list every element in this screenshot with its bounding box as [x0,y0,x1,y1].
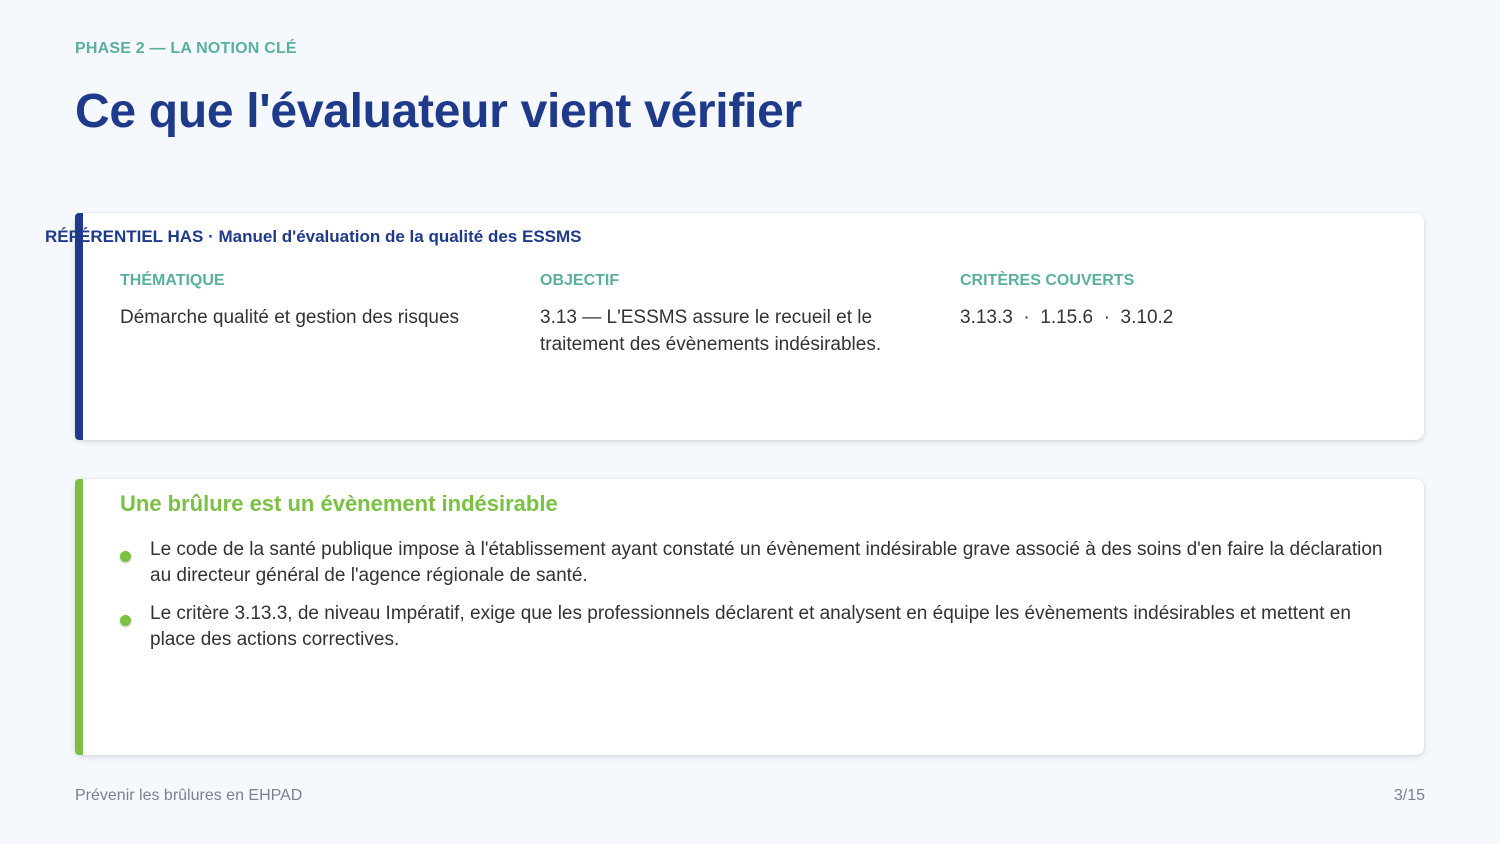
objectif-label: OBJECTIF [540,272,620,289]
eyebrow: PHASE 2 — LA NOTION CLÉ [75,40,297,57]
bullet-item: Le code de la santé publique impose à l'… [150,539,1383,586]
criteres-label: CRITÈRES COUVERTS [960,272,1135,289]
referentiel-heading: RÉFÉRENTIEL HAS · Manuel d'évaluation de… [45,227,582,246]
page-indicator: 3/15 [1393,787,1425,804]
page-title: Ce que l'évaluateur vient vérifier [75,85,802,138]
event-title: Une brûlure est un évènement indésirable [120,491,558,516]
objectif-value: 3.13 — L'ESSMS assure le recueil et le t… [540,307,882,355]
thematique-value: Démarche qualité et gestion des risques [120,307,460,328]
footer-course-title: Prévenir les brûlures en EHPAD [75,787,303,804]
event-accent-bar [75,479,83,755]
criteres-value: 3.13.3 · 1.15.6 · 3.10.2 [960,307,1174,328]
thematique-label: THÉMATIQUE [120,272,225,289]
bullet-dot-icon [120,615,131,626]
referentiel-accent-bar [75,213,83,440]
bullet-item: Le critère 3.13.3, de niveau Impératif, … [150,603,1351,650]
bullet-dot-icon [120,551,131,562]
